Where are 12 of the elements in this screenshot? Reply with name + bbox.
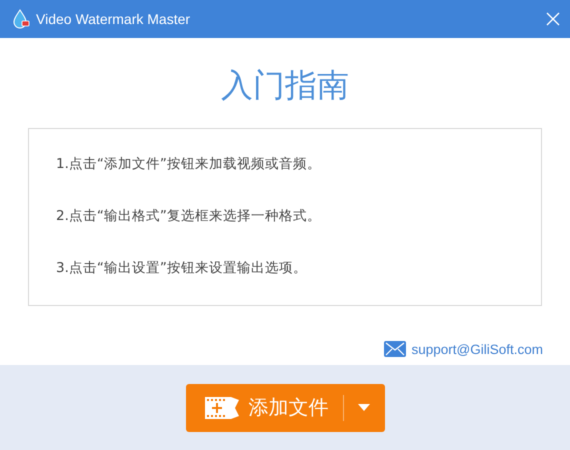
mail-icon: [384, 341, 406, 357]
support-email-link[interactable]: support@GiliSoft.com: [412, 342, 543, 356]
droplet-icon: [12, 9, 30, 29]
guide-heading: 入门指南: [220, 65, 350, 106]
step-text: 3.点击“输出设置”按钮来设置输出选项。: [56, 259, 307, 278]
step-text: 2.点击“输出格式”复选框来选择一种格式。: [56, 207, 321, 226]
add-file-button[interactable]: 添加文件: [186, 384, 384, 432]
caret-icon: [358, 404, 370, 411]
close-icon[interactable]: [546, 12, 560, 26]
window-title: Video Watermark Master: [36, 11, 192, 27]
step-text: 1.点击“添加文件”按钮来加载视频或音频。: [56, 155, 321, 174]
film-plus-icon: [204, 396, 238, 418]
